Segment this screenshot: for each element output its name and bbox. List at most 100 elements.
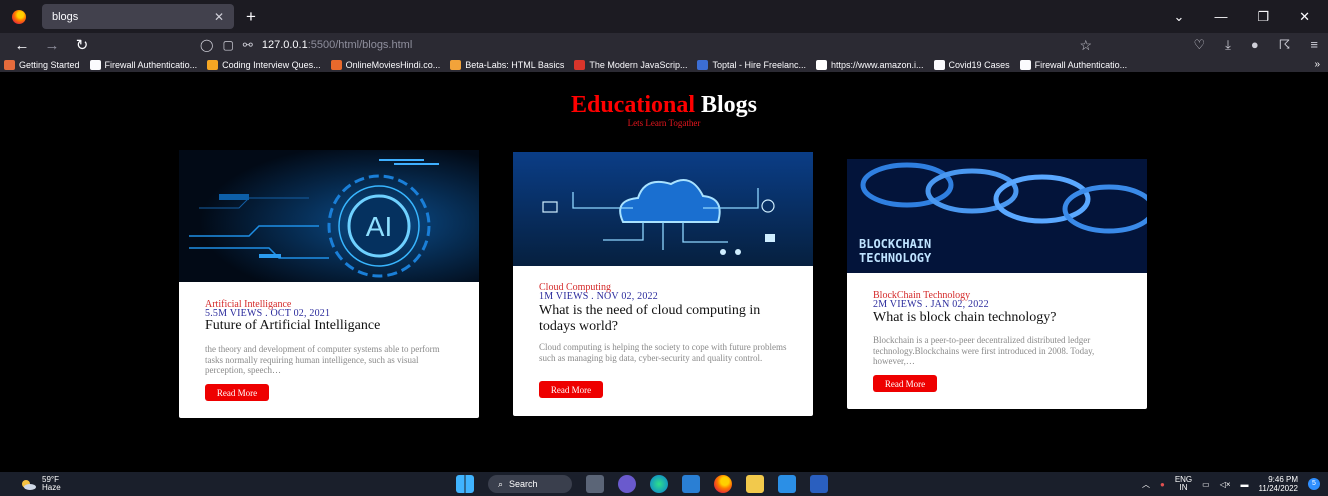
address-bar[interactable]: ◯ ▢ ⚯ 127.0.0.1:5500/html/blogs.html ☆ — [200, 35, 1092, 55]
url-host: 127.0.0.1 — [261, 39, 308, 51]
read-more-button[interactable]: Read More — [205, 384, 269, 401]
bookmark-item[interactable]: Firewall Authenticatio... — [1019, 59, 1128, 70]
task-view-icon[interactable] — [586, 475, 604, 493]
word-icon[interactable] — [810, 475, 828, 493]
card-description: Blockchain is a peer-to-peer decentraliz… — [873, 335, 1095, 366]
bookmark-item[interactable]: https://www.amazon.i... — [816, 59, 924, 70]
bookmark-item[interactable]: Getting Started — [4, 59, 80, 70]
notification-badge[interactable]: 5 — [1308, 478, 1320, 490]
clock-time: 9:46 PM — [1268, 475, 1298, 484]
taskbar-apps: ⌕ Search — [456, 475, 828, 493]
bookmark-icon — [697, 59, 709, 70]
vscode-icon[interactable] — [778, 475, 796, 493]
bookmark-icon — [207, 59, 219, 70]
bookmark-item[interactable]: Coding Interview Ques... — [207, 59, 321, 70]
toolbar-icons: ♡ ⤓ ● ☈ ≡ — [1193, 37, 1318, 53]
bookmarks-toolbar: Getting Started Firewall Authenticatio...… — [0, 57, 1328, 72]
reload-icon[interactable]: ↻ — [74, 36, 90, 54]
bookmark-item[interactable]: The Modern JavaScrip... — [574, 59, 688, 70]
chat-icon[interactable] — [618, 475, 636, 493]
read-more-button[interactable]: Read More — [873, 375, 937, 392]
bookmark-label: Firewall Authenticatio... — [1034, 59, 1128, 70]
tab-blogs[interactable]: blogs ✕ — [42, 4, 234, 29]
bookmark-label: OnlineMoviesHindi.co... — [345, 59, 441, 70]
card-title: What is the need of cloud computing in t… — [539, 303, 761, 334]
search-icon: ⌕ — [498, 478, 504, 489]
blog-card-cloud: Cloud Computing 1M VIEWS . NOV 02, 2022 … — [513, 152, 813, 416]
search-label: Search — [509, 479, 538, 489]
volume-icon[interactable]: ◁× — [1220, 480, 1231, 489]
firefox-taskbar-icon[interactable] — [714, 475, 732, 493]
taskbar-search[interactable]: ⌕ Search — [488, 475, 572, 493]
page-title-white: Blogs — [701, 92, 758, 118]
bookmark-label: Beta-Labs: HTML Basics — [465, 59, 565, 70]
page-icon[interactable]: ▢ — [222, 38, 233, 52]
page-title: Educational Blogs — [0, 92, 1328, 119]
bookmark-item[interactable]: Beta-Labs: HTML Basics — [450, 59, 565, 70]
page-title-red: Educational — [570, 92, 695, 118]
ai-image-text: AI — [366, 211, 392, 242]
cloud-image — [513, 152, 813, 266]
close-tab-icon[interactable]: ✕ — [214, 10, 224, 24]
forward-icon[interactable]: → — [44, 37, 60, 54]
bookmark-star-icon[interactable]: ☆ — [1079, 37, 1092, 54]
antivirus-icon[interactable]: ● — [1160, 480, 1165, 489]
restore-icon[interactable]: ❐ — [1257, 9, 1269, 25]
ai-image: AI — [179, 150, 479, 282]
back-icon[interactable]: ← — [14, 37, 30, 54]
weather-widget[interactable]: 59°F Haze — [20, 476, 61, 492]
extensions-icon[interactable]: ☈ — [1279, 37, 1291, 53]
nav-bar: ← → ↻ ◯ ▢ ⚯ 127.0.0.1:5500/html/blogs.ht… — [0, 33, 1328, 57]
tab-title: blogs — [52, 10, 79, 23]
read-more-button[interactable]: Read More — [539, 381, 603, 398]
bookmark-icon — [933, 59, 945, 70]
bookmark-label: https://www.amazon.i... — [831, 59, 924, 70]
menu-icon[interactable]: ≡ — [1310, 37, 1318, 53]
shield-icon[interactable]: ◯ — [200, 38, 213, 52]
minimize-icon[interactable]: — — [1214, 9, 1227, 24]
blog-card-ai: AI Artificial Intelligance 5.5M VIEWS . … — [179, 150, 479, 418]
clock[interactable]: 9:46 PM 11/24/2022 — [1259, 475, 1298, 493]
card-meta: 2M VIEWS . JAN 02, 2022 — [873, 299, 989, 310]
card-meta: 1M VIEWS . NOV 02, 2022 — [539, 291, 658, 302]
network-icon[interactable]: ▭ — [1202, 480, 1210, 489]
account-icon[interactable]: ● — [1251, 37, 1259, 53]
bookmark-label: Getting Started — [19, 59, 80, 70]
new-tab-button[interactable]: + — [246, 7, 256, 27]
weather-condition: Haze — [42, 483, 61, 492]
file-explorer-icon[interactable] — [746, 475, 764, 493]
lang-region: IN — [1179, 483, 1188, 492]
language-indicator[interactable]: ENG IN — [1175, 476, 1192, 492]
edge-icon[interactable] — [650, 475, 668, 493]
bookmark-label: Covid19 Cases — [948, 59, 1010, 70]
bookmark-label: The Modern JavaScrip... — [589, 59, 688, 70]
card-title: Future of Artificial Intelligance — [205, 318, 381, 333]
close-window-icon[interactable]: ✕ — [1299, 9, 1310, 25]
bookmark-label: Firewall Authenticatio... — [104, 59, 198, 70]
bookmark-icon — [330, 59, 342, 70]
bookmark-icon — [450, 59, 462, 70]
window-controls: ⌄ — ❐ ✕ — [1174, 9, 1310, 25]
permissions-icon[interactable]: ⚯ — [243, 38, 253, 52]
bookmark-icon — [4, 59, 15, 70]
tab-bar: blogs ✕ + ⌄ — ❐ ✕ — [0, 0, 1328, 33]
weather-icon — [22, 480, 36, 490]
show-hidden-icons-icon[interactable]: ︿ — [1142, 479, 1150, 490]
downloads-icon[interactable]: ⤓ — [1225, 37, 1231, 53]
bookmark-icon — [816, 59, 827, 70]
bookmark-item[interactable]: Toptal - Hire Freelanc... — [697, 59, 806, 70]
list-all-tabs-icon[interactable]: ⌄ — [1174, 9, 1185, 25]
card-description: Cloud computing is helping the society t… — [539, 342, 787, 363]
more-bookmarks-icon[interactable]: » — [1314, 59, 1320, 70]
bookmark-icon — [89, 59, 101, 70]
pocket-icon[interactable]: ♡ — [1193, 37, 1205, 53]
start-icon[interactable] — [456, 475, 474, 493]
bookmark-item[interactable]: Covid19 Cases — [933, 59, 1010, 70]
page-tagline: Lets Learn Togather — [627, 118, 701, 128]
blockchain-image: BLOCKCHAIN TECHNOLOGY — [847, 159, 1147, 273]
battery-icon[interactable]: ▬ — [1241, 480, 1249, 489]
system-tray: ︿ ● ENG IN ▭ ◁× ▬ 9:46 PM 11/24/2022 5 — [1142, 475, 1320, 493]
bookmark-item[interactable]: Firewall Authenticatio... — [89, 59, 198, 70]
bookmark-item[interactable]: OnlineMoviesHindi.co... — [330, 59, 441, 70]
mail-icon[interactable] — [682, 475, 700, 493]
